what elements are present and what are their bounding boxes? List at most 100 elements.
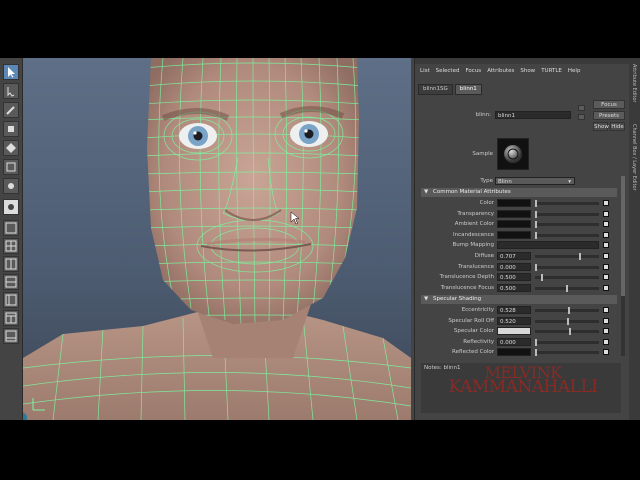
stacked-icon[interactable] <box>3 274 19 290</box>
slider-handle[interactable] <box>566 284 568 292</box>
attr-value-field[interactable] <box>497 327 531 336</box>
select-arrow-icon[interactable] <box>3 64 19 80</box>
attr-value-field[interactable]: 0.520 <box>497 316 531 325</box>
attr-value-field[interactable] <box>497 220 531 229</box>
attr-value-field[interactable]: 0.000 <box>497 262 531 271</box>
node-type-label: blinn: <box>475 112 491 118</box>
slider-handle[interactable] <box>535 210 537 218</box>
section-common-material-attributes[interactable]: ▼ Common Material Attributes <box>421 188 617 197</box>
attr-value-field[interactable]: 0.528 <box>497 306 531 314</box>
tab-blinn1[interactable]: blinn1 <box>454 84 482 95</box>
map-texture-icon[interactable] <box>603 274 609 281</box>
slider-handle[interactable] <box>535 263 537 271</box>
rotate-icon[interactable] <box>3 140 19 156</box>
presets-button[interactable]: Presets <box>593 111 625 120</box>
tab-blinn1sg[interactable]: blinn1SG <box>418 84 453 95</box>
focus-output-icon[interactable] <box>578 114 585 120</box>
single-pane-icon[interactable] <box>3 220 19 236</box>
attr-value-field[interactable] <box>497 230 531 239</box>
slider-handle[interactable] <box>535 231 537 239</box>
tab-attribute-editor[interactable]: Attribute Editor <box>631 64 637 102</box>
attr-value-field[interactable]: 0.500 <box>497 283 531 292</box>
map-texture-icon[interactable] <box>603 221 609 228</box>
map-texture-icon[interactable] <box>603 200 609 206</box>
lasso-icon[interactable] <box>3 83 19 99</box>
scale-icon[interactable] <box>3 159 19 175</box>
slider-handle[interactable] <box>535 338 537 346</box>
attr-value-field[interactable]: 0.000 <box>497 337 531 346</box>
menu-show[interactable]: Show <box>520 66 535 76</box>
map-texture-icon[interactable] <box>603 338 609 345</box>
attr-value-field[interactable] <box>497 241 599 250</box>
map-texture-icon[interactable] <box>603 349 609 356</box>
attr-slider[interactable] <box>535 276 599 280</box>
menu-attributes[interactable]: Attributes <box>487 66 514 76</box>
map-texture-icon[interactable] <box>603 317 609 324</box>
collapse-triangle-icon: ▼ <box>424 189 429 195</box>
side-by-side-icon[interactable] <box>3 256 19 272</box>
node-tabs: blinn1SG blinn1 <box>418 84 482 95</box>
attr-label: Ambient Color <box>454 221 494 228</box>
show-button[interactable]: Show <box>593 122 609 131</box>
map-texture-icon[interactable] <box>603 284 609 291</box>
menu-selected[interactable]: Selected <box>436 66 460 76</box>
type-value: Blinn <box>498 179 512 185</box>
slider-handle[interactable] <box>535 349 537 357</box>
viewport-3d[interactable] <box>23 58 411 420</box>
attr-slider[interactable] <box>535 330 599 334</box>
map-texture-icon[interactable] <box>603 242 609 249</box>
attr-value-field[interactable]: 0.707 <box>497 252 531 260</box>
four-pane-icon[interactable] <box>3 238 19 254</box>
menu-list[interactable]: List <box>420 66 430 76</box>
map-texture-icon[interactable] <box>603 307 609 313</box>
attr-label: Reflected Color <box>452 349 494 356</box>
script-editor-icon[interactable] <box>3 328 19 344</box>
section-specular-shading[interactable]: ▼ Specular Shading <box>421 295 617 304</box>
type-dropdown[interactable]: Blinn ▾ <box>495 177 575 185</box>
attr-value-field[interactable] <box>497 209 531 218</box>
slider-handle[interactable] <box>569 328 572 336</box>
map-texture-icon[interactable] <box>603 253 609 259</box>
paint-select-icon[interactable] <box>3 102 19 118</box>
slider-handle[interactable] <box>535 221 537 229</box>
tab-channel-box[interactable]: Channel Box / Layer Editor <box>631 124 637 191</box>
character-head-wireframe <box>23 58 411 420</box>
graph-layout-icon[interactable] <box>3 310 19 326</box>
show-manip-icon[interactable] <box>3 199 19 215</box>
scrollbar[interactable] <box>621 176 625 356</box>
soft-mod-icon[interactable] <box>3 178 19 194</box>
hide-button[interactable]: Hide <box>610 122 625 131</box>
attr-slider[interactable] <box>535 233 599 237</box>
slider-handle[interactable] <box>567 307 570 314</box>
attr-slider[interactable] <box>535 351 599 355</box>
attr-slider[interactable] <box>535 223 599 227</box>
attr-label: Specular Color <box>453 328 494 335</box>
menu-help[interactable]: Help <box>568 66 581 76</box>
attr-slider[interactable] <box>535 255 599 258</box>
slider-handle[interactable] <box>541 274 544 282</box>
maya-window: List Selected Focus Attributes Show TURT… <box>0 58 640 420</box>
map-texture-icon[interactable] <box>603 210 609 217</box>
slider-handle[interactable] <box>578 253 581 260</box>
outliner-layout-icon[interactable] <box>3 292 19 308</box>
node-name-field[interactable]: blinn1 <box>495 111 571 119</box>
map-texture-icon[interactable] <box>603 231 609 238</box>
watermark-line-2: KAMMANAHALLI <box>448 377 598 397</box>
attr-value-field[interactable] <box>497 348 531 357</box>
attr-slider[interactable] <box>535 202 599 205</box>
slider-handle[interactable] <box>567 317 570 325</box>
attr-slider[interactable] <box>535 265 599 269</box>
attr-slider[interactable] <box>535 212 599 216</box>
menu-focus[interactable]: Focus <box>465 66 481 76</box>
attr-value-field[interactable] <box>497 199 531 207</box>
attr-slider[interactable] <box>535 340 599 344</box>
map-texture-icon[interactable] <box>603 263 609 270</box>
focus-input-icon[interactable] <box>578 105 585 111</box>
slider-handle[interactable] <box>535 200 537 207</box>
collapse-triangle-icon: ▼ <box>424 296 429 302</box>
menu-turtle[interactable]: TURTLE <box>541 66 562 76</box>
attr-value-field[interactable]: 0.500 <box>497 273 531 282</box>
focus-button[interactable]: Focus <box>593 100 625 109</box>
map-texture-icon[interactable] <box>603 328 609 335</box>
move-icon[interactable] <box>3 121 19 137</box>
